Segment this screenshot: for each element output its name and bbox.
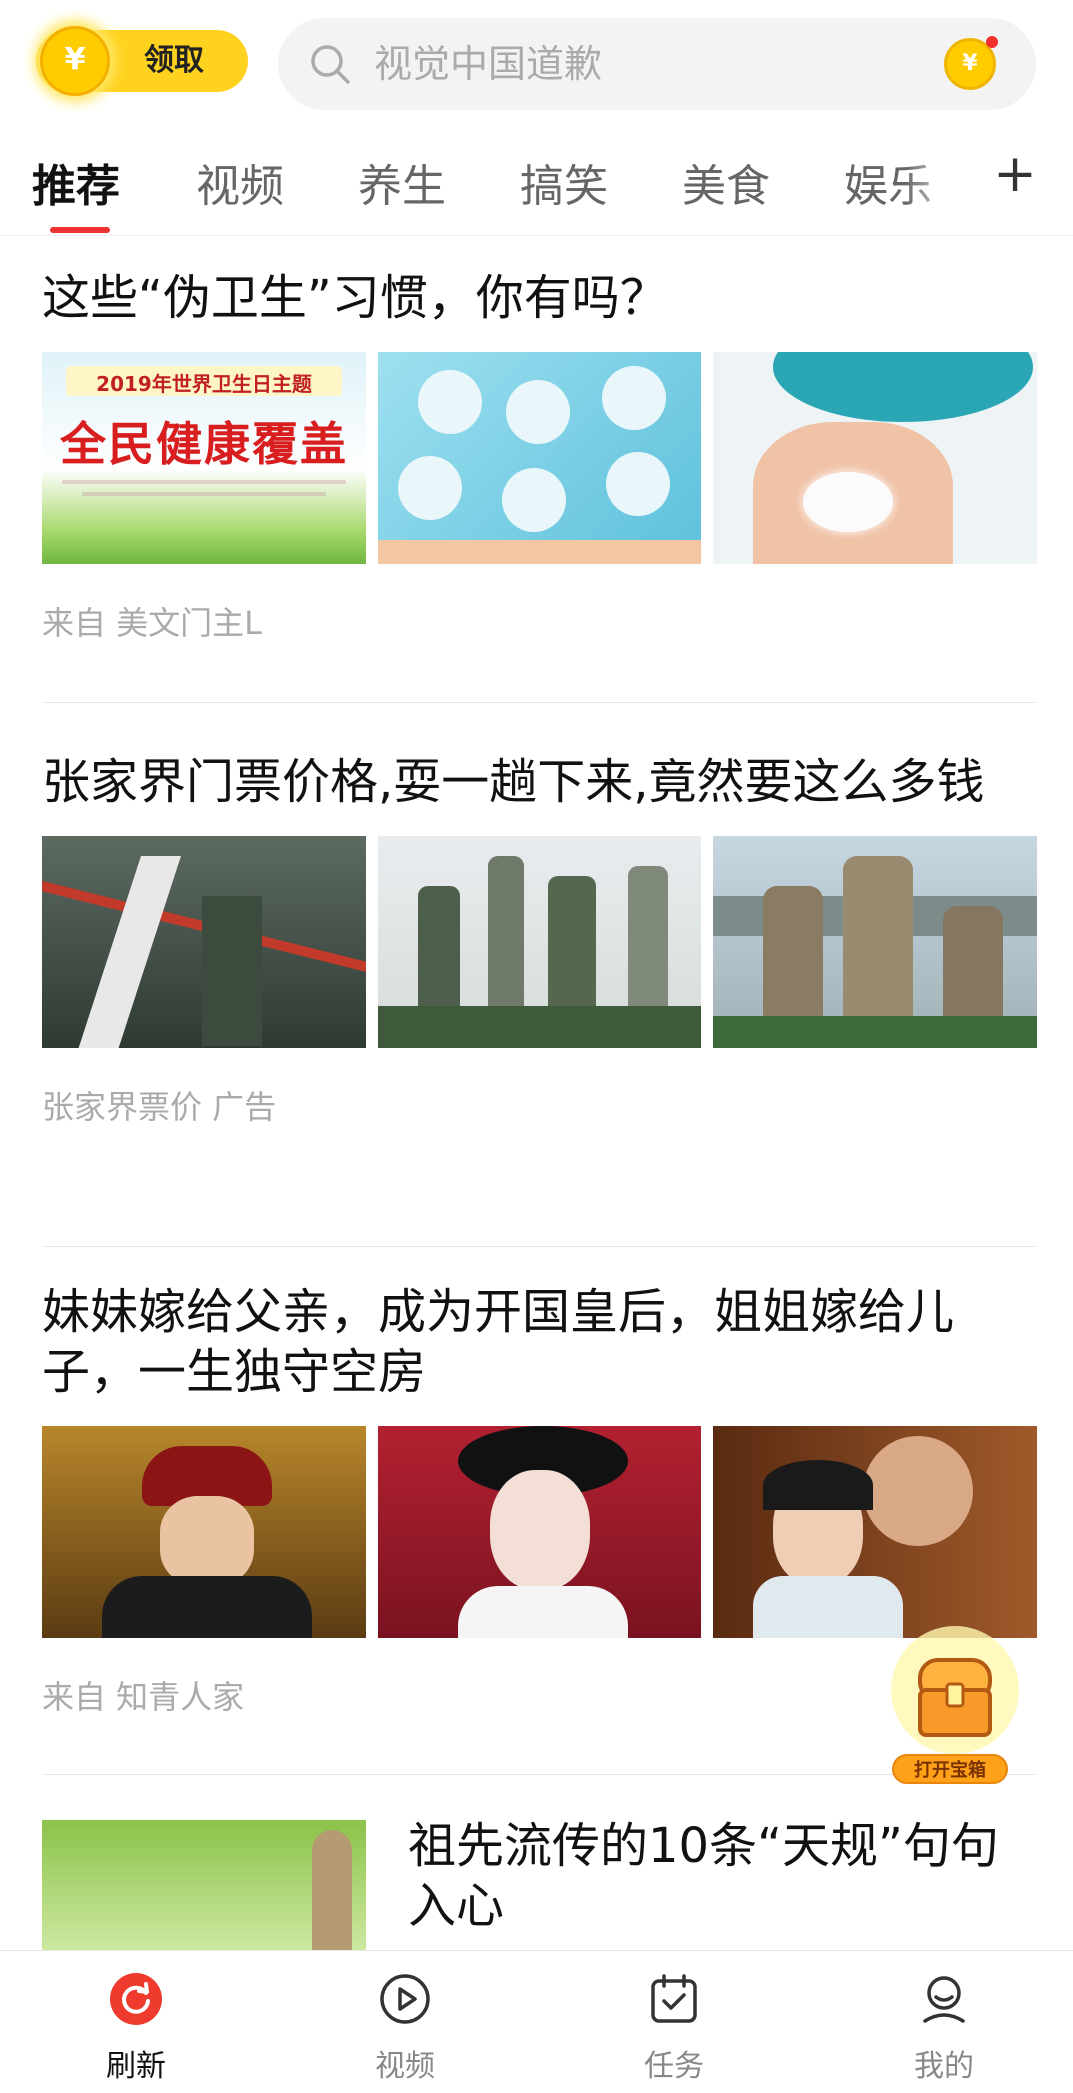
nav-refresh[interactable]: 刷新 [66,1971,206,2085]
search-bar[interactable]: 视觉中国道歉 ¥ [278,18,1036,110]
article-title: 张家界门票价格,耍一趟下来,竟然要这么多钱 [42,754,985,810]
thumbnail-image [713,352,1038,564]
gold-coin-icon: ¥ [40,26,110,96]
feed-item-ad[interactable]: 张家界门票价格,耍一趟下来,竟然要这么多钱 张家界票价 广告 [42,752,1038,1128]
add-tab-button[interactable]: + [985,144,1045,204]
thumbnail-image [713,836,1038,1048]
tab-video[interactable]: 视频 [196,150,284,214]
thumbnail-image [42,1426,366,1638]
tab-funny[interactable]: 搞笑 [520,150,608,214]
active-tab-indicator [50,227,110,233]
treasure-chest-icon [891,1626,1019,1754]
top-bar: ¥ 领取 视觉中国道歉 ¥ [0,0,1073,120]
article-title: 这些“伪卫生”习惯，你有吗？ [42,270,668,326]
tab-fade-overlay [905,120,975,235]
search-placeholder: 视觉中国道歉 [374,42,603,86]
refresh-icon [110,1973,162,2025]
article-source: 来自 美文门主L [42,604,263,642]
notification-dot [986,36,998,48]
thumbnail-image [42,1820,366,1950]
category-tabs: 推荐 视频 养生 搞笑 美食 娱乐 + [0,120,1073,236]
calendar-check-icon [651,1974,697,2023]
divider [42,702,1037,703]
banner-headline: 全民健康覆盖 [60,417,348,471]
nav-label: 任务 [644,2049,704,2084]
claim-label: 领取 [144,43,204,78]
nav-tasks[interactable]: 任务 [604,1971,744,2085]
thumbnail-row [42,836,1038,1048]
thumbnail-image [377,352,702,564]
article-title: 妹妹嫁给父亲，成为开国皇后，姐姐嫁给儿子，一生独守空房 [42,1284,955,1400]
tab-recommend[interactable]: 推荐 [32,150,120,214]
thumbnail-image [713,1426,1038,1638]
nav-label: 刷新 [106,2049,166,2084]
feed-item[interactable]: 这些“伪卫生”习惯，你有吗？ 2019年世界卫生日主题 全民健康覆盖 来自 美文… [42,268,1038,644]
thumbnail-image [42,836,366,1048]
thumbnail-row: 2019年世界卫生日主题 全民健康覆盖 [42,352,1038,564]
claim-reward-button[interactable]: ¥ 领取 [36,26,248,96]
treasure-box-button[interactable]: 打开宝箱 [880,1620,1030,1790]
thumbnail-image [377,836,702,1048]
tab-food[interactable]: 美食 [682,150,770,214]
user-icon [923,1976,965,2023]
bottom-nav: 刷新 视频 任务 我的 [0,1950,1073,2093]
divider [42,1246,1037,1247]
play-icon [380,1974,430,2024]
treasure-label: 打开宝箱 [892,1754,1008,1784]
nav-profile[interactable]: 我的 [874,1971,1014,2085]
nav-label: 视频 [375,2049,435,2084]
thumbnail-image [377,1426,702,1638]
banner-text: 2019年世界卫生日主题 [96,372,312,396]
ad-source: 张家界票价 广告 [42,1088,277,1126]
search-icon [311,45,350,84]
thumbnail-image: 2019年世界卫生日主题 全民健康覆盖 [42,352,366,564]
thumbnail-row [42,1426,1038,1638]
nav-video[interactable]: 视频 [335,1971,475,2085]
tab-health[interactable]: 养生 [358,150,446,214]
article-title[interactable]: 祖先流传的10条“天规”句句入心 [408,1816,1028,1936]
nav-label: 我的 [914,2049,974,2084]
